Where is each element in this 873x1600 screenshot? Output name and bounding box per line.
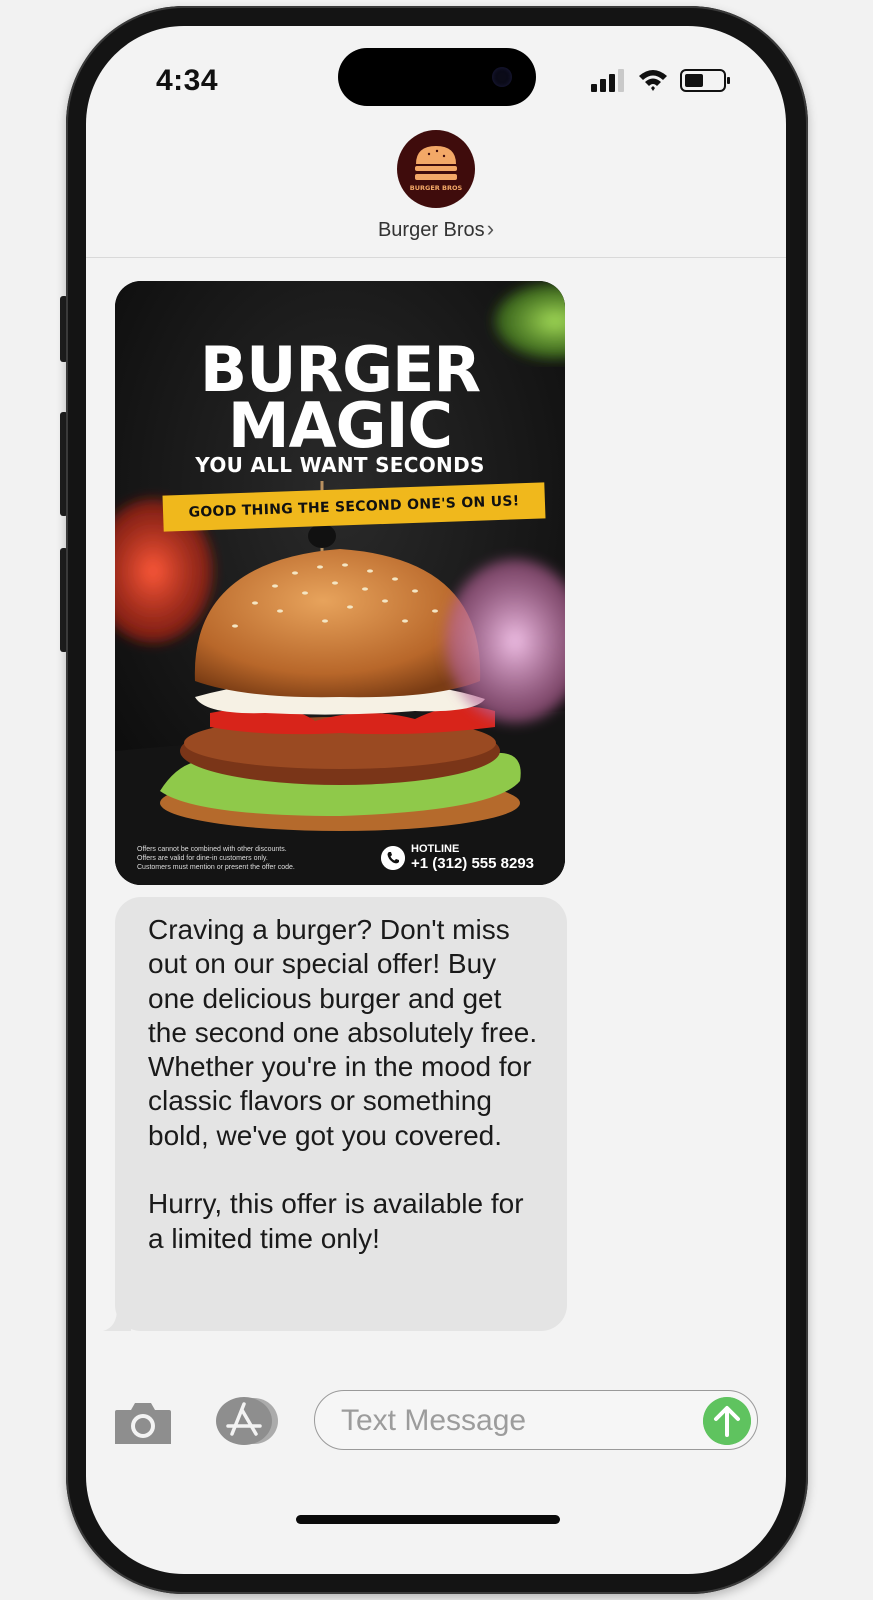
disclaimer-line: Offers cannot be combined with other dis… — [137, 846, 287, 853]
battery-icon — [680, 69, 730, 92]
poster-disclaimer: Offers cannot be combined with other dis… — [137, 845, 357, 872]
contact-name: Burger Bros — [377, 219, 485, 241]
poster-hotline: HOTLINE +1 (312) 555 8293 — [381, 843, 551, 873]
phone-icon — [381, 846, 405, 870]
message-input[interactable] — [339, 1401, 683, 1441]
status-icons — [591, 69, 730, 92]
message-input-field[interactable] — [314, 1390, 758, 1450]
contact-header[interactable]: BURGER BROS Burger Bros› — [86, 130, 786, 242]
chevron-right-icon: › — [486, 216, 495, 241]
poster-subtitle: YOU ALL WANT SECONDS — [195, 453, 485, 477]
avatar: BURGER BROS — [397, 130, 475, 208]
disclaimer-line: Customers must mention or present the of… — [137, 864, 295, 871]
send-arrow-icon[interactable] — [703, 1397, 751, 1445]
hotline-number: +1 (312) 555 8293 — [411, 855, 535, 872]
status-time: 4:34 — [156, 64, 219, 97]
poster-banner: GOOD THING THE SECOND ONE'S ON US! — [162, 482, 546, 532]
promo-image-message[interactable]: BURGER MAGIC YOU ALL WANT SECONDS GOOD T… — [115, 281, 565, 885]
message-text: Craving a burger? Don't miss out on our … — [148, 914, 538, 1254]
app-store-icon[interactable] — [214, 1396, 280, 1446]
front-camera-icon — [492, 67, 512, 87]
burger-logo-icon: BURGER BROS — [410, 146, 463, 192]
dynamic-island — [338, 48, 536, 106]
compose-bar — [86, 1386, 786, 1456]
poster-text-layer: BURGER MAGIC YOU ALL WANT SECONDS GOOD T… — [115, 281, 565, 885]
poster-title-line2: MAGIC — [227, 389, 453, 462]
wifi-icon — [639, 70, 667, 91]
camera-icon[interactable] — [113, 1400, 173, 1446]
header-divider — [86, 257, 786, 258]
bubble-tail — [103, 1309, 131, 1331]
avatar-logo-text: BURGER BROS — [410, 184, 463, 192]
messages-screen: 4:34 BURGER BROS Burger Bros› BURGER MAG… — [86, 26, 786, 1574]
hotline-label: HOTLINE — [411, 843, 460, 855]
incoming-message-bubble[interactable]: Craving a burger? Don't miss out on our … — [103, 897, 567, 1331]
home-indicator[interactable] — [296, 1515, 560, 1524]
contact-name-row[interactable]: Burger Bros› — [86, 216, 786, 242]
disclaimer-line: Offers are valid for dine-in customers o… — [137, 855, 268, 862]
cellular-signal-icon — [591, 69, 624, 92]
